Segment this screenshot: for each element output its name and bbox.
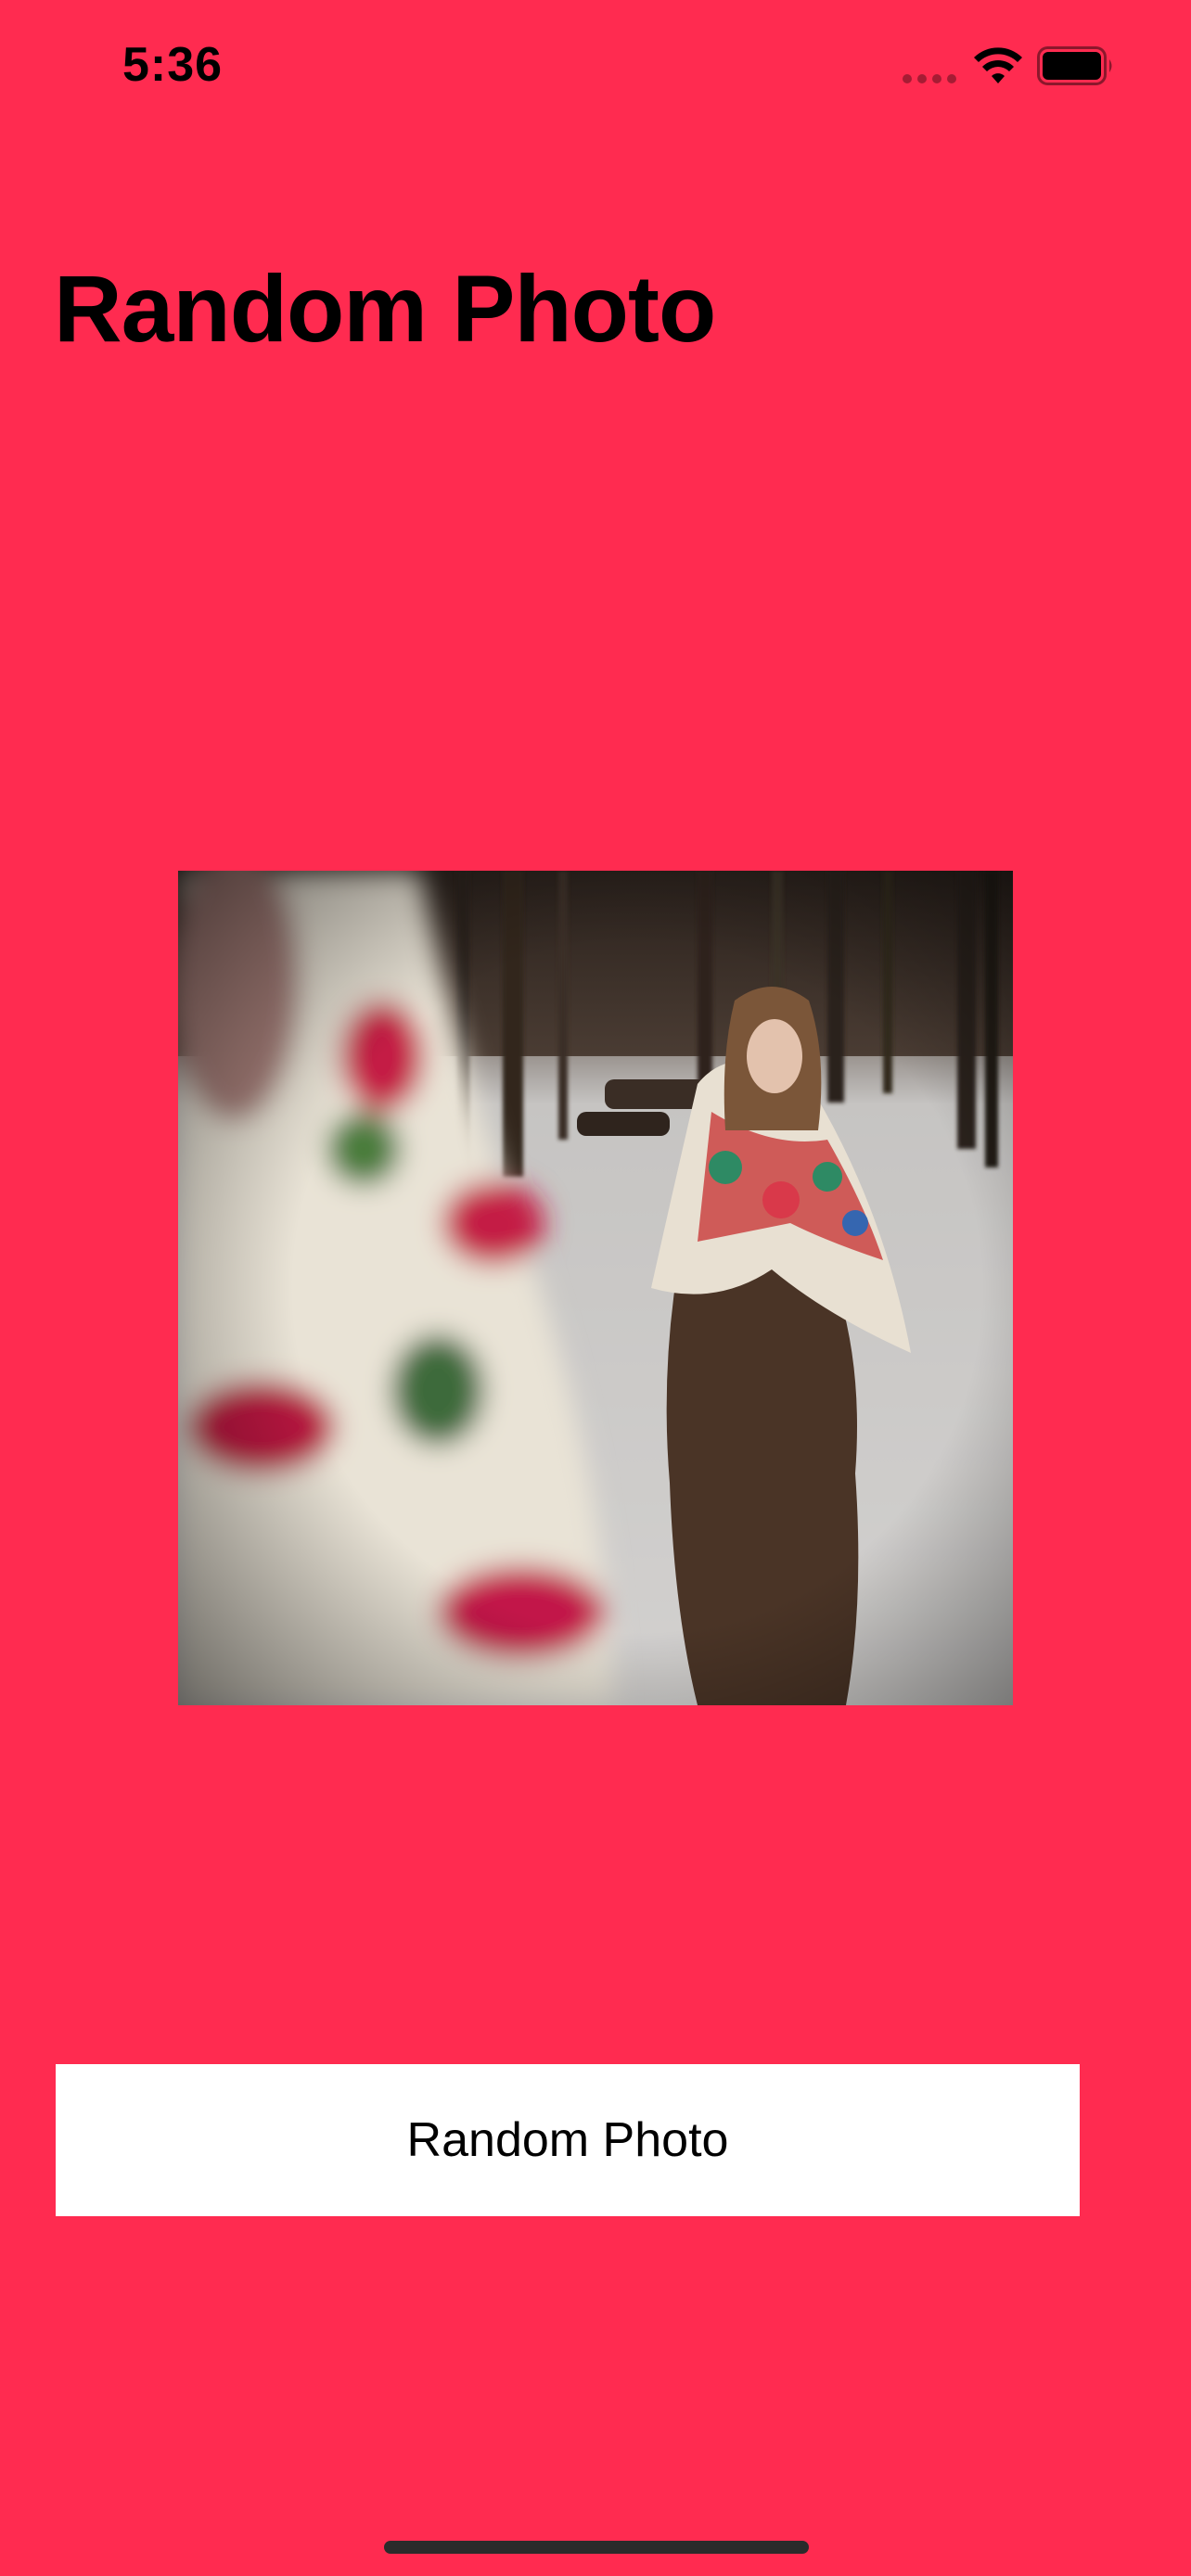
status-time: 5:36: [122, 38, 224, 92]
random-photo-button[interactable]: Random Photo: [56, 2064, 1080, 2216]
wifi-icon: [974, 47, 1022, 83]
random-photo-image: [178, 871, 1013, 1705]
signal-icon: [903, 74, 956, 83]
page-title: Random Photo: [54, 256, 716, 362]
home-indicator[interactable]: [384, 2541, 809, 2554]
status-bar: 5:36: [0, 0, 1191, 139]
battery-icon: [1037, 46, 1112, 85]
